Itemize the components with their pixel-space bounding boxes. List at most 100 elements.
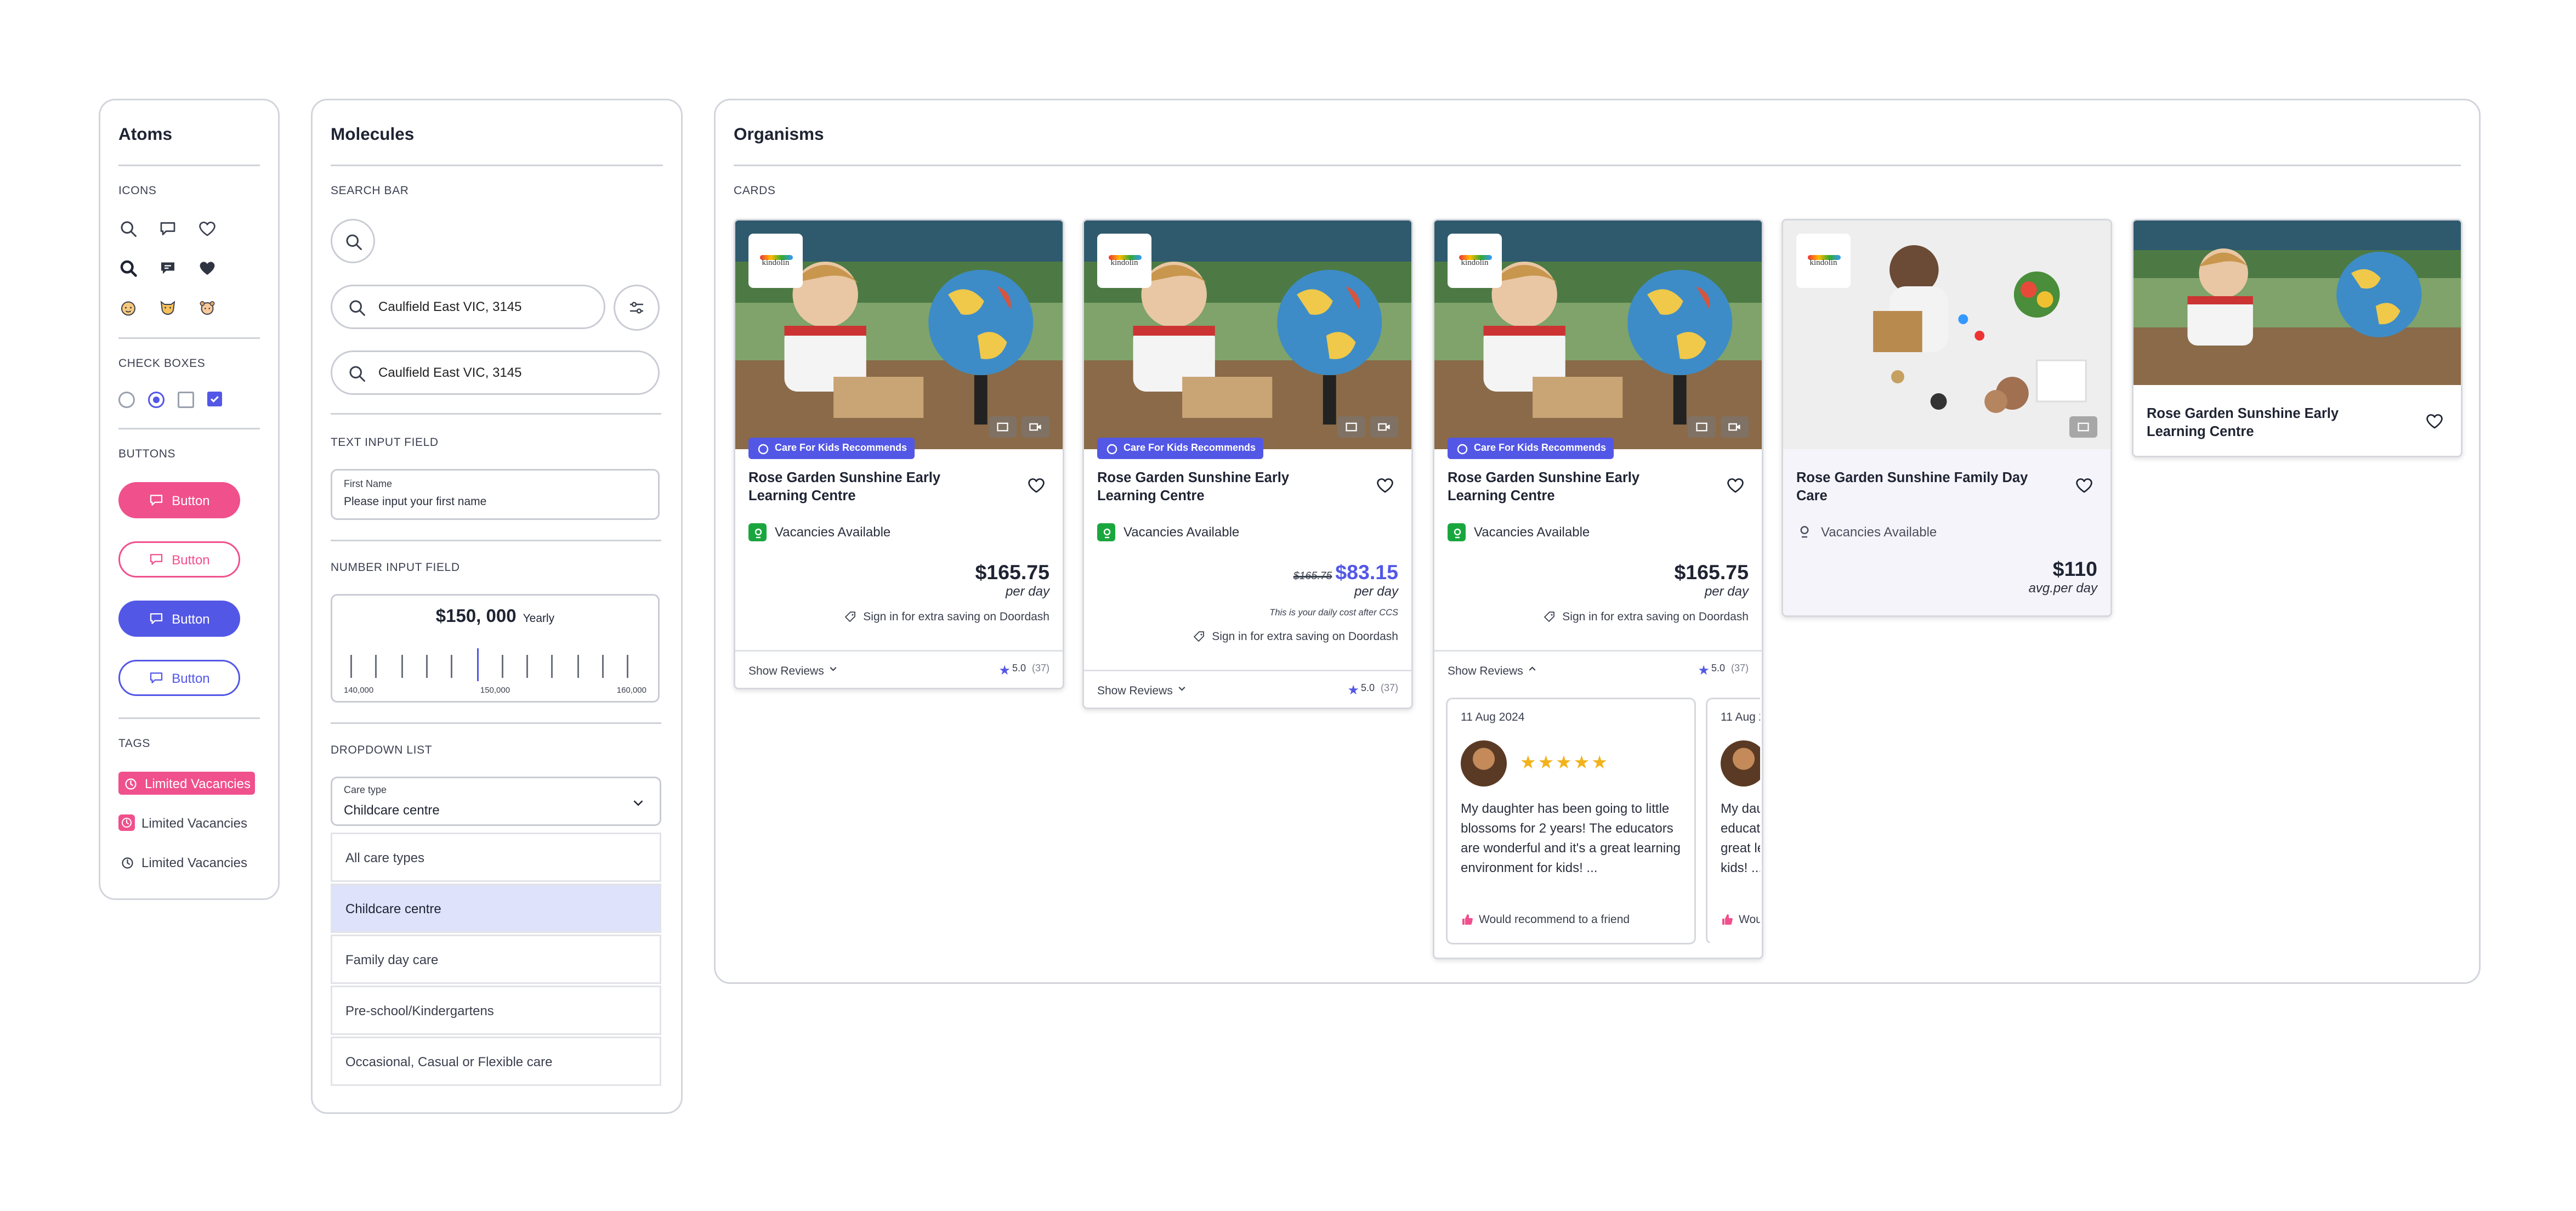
favorite-heart-icon[interactable] xyxy=(1375,476,1395,495)
atoms-title: Atoms xyxy=(118,125,173,145)
show-reviews-toggle[interactable]: Show Reviews xyxy=(748,663,839,677)
favorite-heart-icon[interactable] xyxy=(2074,476,2094,495)
dropdown-option[interactable]: Occasional, Casual or Flexible care xyxy=(331,1037,661,1086)
rating-value: 5.0 xyxy=(1360,684,1375,694)
avatar xyxy=(1721,740,1760,786)
video-icon[interactable] xyxy=(1022,416,1049,438)
divider xyxy=(331,413,661,415)
review-line: educato xyxy=(1721,821,1760,836)
card-footer: Show Reviews ★ 5.0 (37) xyxy=(1084,670,1411,708)
tag-icon xyxy=(1542,610,1556,624)
review-text: My daughter has been going to little blo… xyxy=(1461,801,1681,875)
signin-saving-link[interactable]: Sign in for extra saving on Doordash xyxy=(1192,630,1398,643)
show-reviews-label: Show Reviews xyxy=(1097,685,1173,697)
rating-count: (37) xyxy=(1380,684,1398,694)
logo-text: kindolin xyxy=(1809,259,1837,268)
divider xyxy=(118,428,260,429)
favorite-heart-icon[interactable] xyxy=(2425,411,2444,431)
slider-tick xyxy=(577,655,578,678)
childcare-card-discount[interactable]: kindolin Care For Kids Recommends Rose G… xyxy=(1082,219,1413,709)
primary-indigo-button[interactable]: Button xyxy=(118,601,240,637)
photo-icon[interactable] xyxy=(989,416,1017,438)
clock-icon xyxy=(118,814,135,831)
photo-icon[interactable] xyxy=(1688,416,1716,438)
recommend-label: Wou xyxy=(1739,914,1760,926)
show-reviews-toggle[interactable]: Show Reviews xyxy=(1097,682,1188,697)
recommend-label: Would recommend to a friend xyxy=(1479,914,1630,926)
review-line: great le xyxy=(1721,841,1760,856)
checkbox-checked[interactable] xyxy=(207,392,222,406)
slider-tick xyxy=(526,655,528,678)
rating: ★ 5.0 (37) xyxy=(998,663,1049,677)
checkbox-unchecked[interactable] xyxy=(178,392,194,408)
signin-saving-link[interactable]: Sign in for extra saving on Doordash xyxy=(1542,610,1749,624)
dropdown-section-label: DROPDOWN LIST xyxy=(331,745,433,757)
logo-text: kindolin xyxy=(1461,259,1489,268)
kindolin-logo: kindolin xyxy=(748,234,803,288)
search-icon-button[interactable] xyxy=(331,219,375,263)
radio-checked[interactable] xyxy=(148,392,164,408)
tag-filled: Limited Vacancies xyxy=(118,772,256,795)
primary-pink-button[interactable]: Button xyxy=(118,482,240,518)
number-value: $150, 000 xyxy=(435,607,517,627)
first-name-field[interactable]: First Name Please input your first name xyxy=(331,469,660,520)
dropdown-option[interactable]: Pre-school/Kindergartens xyxy=(331,986,661,1035)
family-day-care-card[interactable]: kindolin Rose Garden Sunshine Family Day… xyxy=(1781,219,2112,617)
dropdown-option-selected[interactable]: Childcare centre xyxy=(331,884,661,933)
search-section-label: SEARCH BAR xyxy=(331,186,409,197)
favorite-heart-icon[interactable] xyxy=(1026,476,1046,495)
search-bar[interactable]: Caulfield East VIC, 3145 xyxy=(331,285,605,329)
recommend-note: Wou xyxy=(1721,913,1760,926)
tiger-face-icon xyxy=(158,298,178,318)
icons-section-label: ICONS xyxy=(118,186,157,197)
rating-value: 5.0 xyxy=(1711,665,1725,675)
filter-button[interactable] xyxy=(614,285,660,331)
radio-unchecked[interactable] xyxy=(118,392,135,408)
search-input[interactable]: Caulfield East VIC, 3145 xyxy=(378,299,522,314)
photo-icon[interactable] xyxy=(1337,416,1365,438)
number-unit: Yearly xyxy=(523,614,555,625)
organisms-title: Organisms xyxy=(734,125,824,145)
outline-indigo-button[interactable]: Button xyxy=(118,660,240,696)
star-icon: ★ xyxy=(1347,682,1359,697)
divider xyxy=(331,722,661,724)
first-name-input[interactable]: Please input your first name xyxy=(344,497,486,508)
per-day-label: per day xyxy=(1005,584,1049,599)
outline-pink-button[interactable]: Button xyxy=(118,541,240,578)
tag-label: Limited Vacancies xyxy=(145,776,251,791)
show-reviews-toggle[interactable]: Show Reviews xyxy=(1448,663,1538,677)
logo-text: kindolin xyxy=(762,259,790,268)
search-icon xyxy=(347,297,367,317)
video-icon[interactable] xyxy=(1370,416,1398,438)
recommend-badge: Care For Kids Recommends xyxy=(1448,438,1615,459)
number-slider[interactable] xyxy=(344,648,646,681)
care-type-select[interactable]: Care type Childcare centre xyxy=(331,777,661,826)
favorite-heart-icon[interactable] xyxy=(1726,476,1745,495)
review-line: My daug xyxy=(1721,801,1760,816)
rating: ★ 5.0 (37) xyxy=(1347,682,1398,697)
signin-saving-link[interactable]: Sign in for extra saving on Doordash xyxy=(843,610,1049,624)
card-photo: kindolin xyxy=(1084,220,1411,449)
search-icon xyxy=(118,219,138,239)
vacancy-icon xyxy=(748,523,767,541)
photo-icon[interactable] xyxy=(2069,416,2097,438)
search-icon xyxy=(343,231,363,251)
dropdown-option[interactable]: Family day care xyxy=(331,935,661,984)
per-day-label: per day xyxy=(1354,584,1398,599)
tag-icon xyxy=(1192,630,1205,643)
heart-filled-icon xyxy=(197,258,217,278)
review-date: 11 Aug 2 xyxy=(1721,712,1760,724)
childcare-card-compact[interactable]: Rose Garden Sunshine Early Learning Cent… xyxy=(2132,219,2462,457)
chat-icon xyxy=(149,551,165,568)
vacancies-status: Vacancies Available xyxy=(748,523,890,541)
search-input[interactable]: Caulfield East VIC, 3145 xyxy=(378,365,522,380)
video-icon[interactable] xyxy=(1721,416,1749,438)
number-input-field[interactable]: $150, 000 Yearly 140,000 150,000 160,000 xyxy=(331,594,660,703)
button-label: Button xyxy=(172,493,210,508)
search-bar-wide[interactable]: Caulfield East VIC, 3145 xyxy=(331,350,660,395)
slider-tick xyxy=(350,655,352,678)
childcare-card[interactable]: kindolin Care For Kids Recommends Rose G… xyxy=(734,219,1064,689)
dropdown-option[interactable]: All care types xyxy=(331,833,661,882)
vacancies-status: Vacancies Available xyxy=(1097,523,1239,541)
ccs-note: This is your daily cost after CCS xyxy=(1269,609,1398,619)
